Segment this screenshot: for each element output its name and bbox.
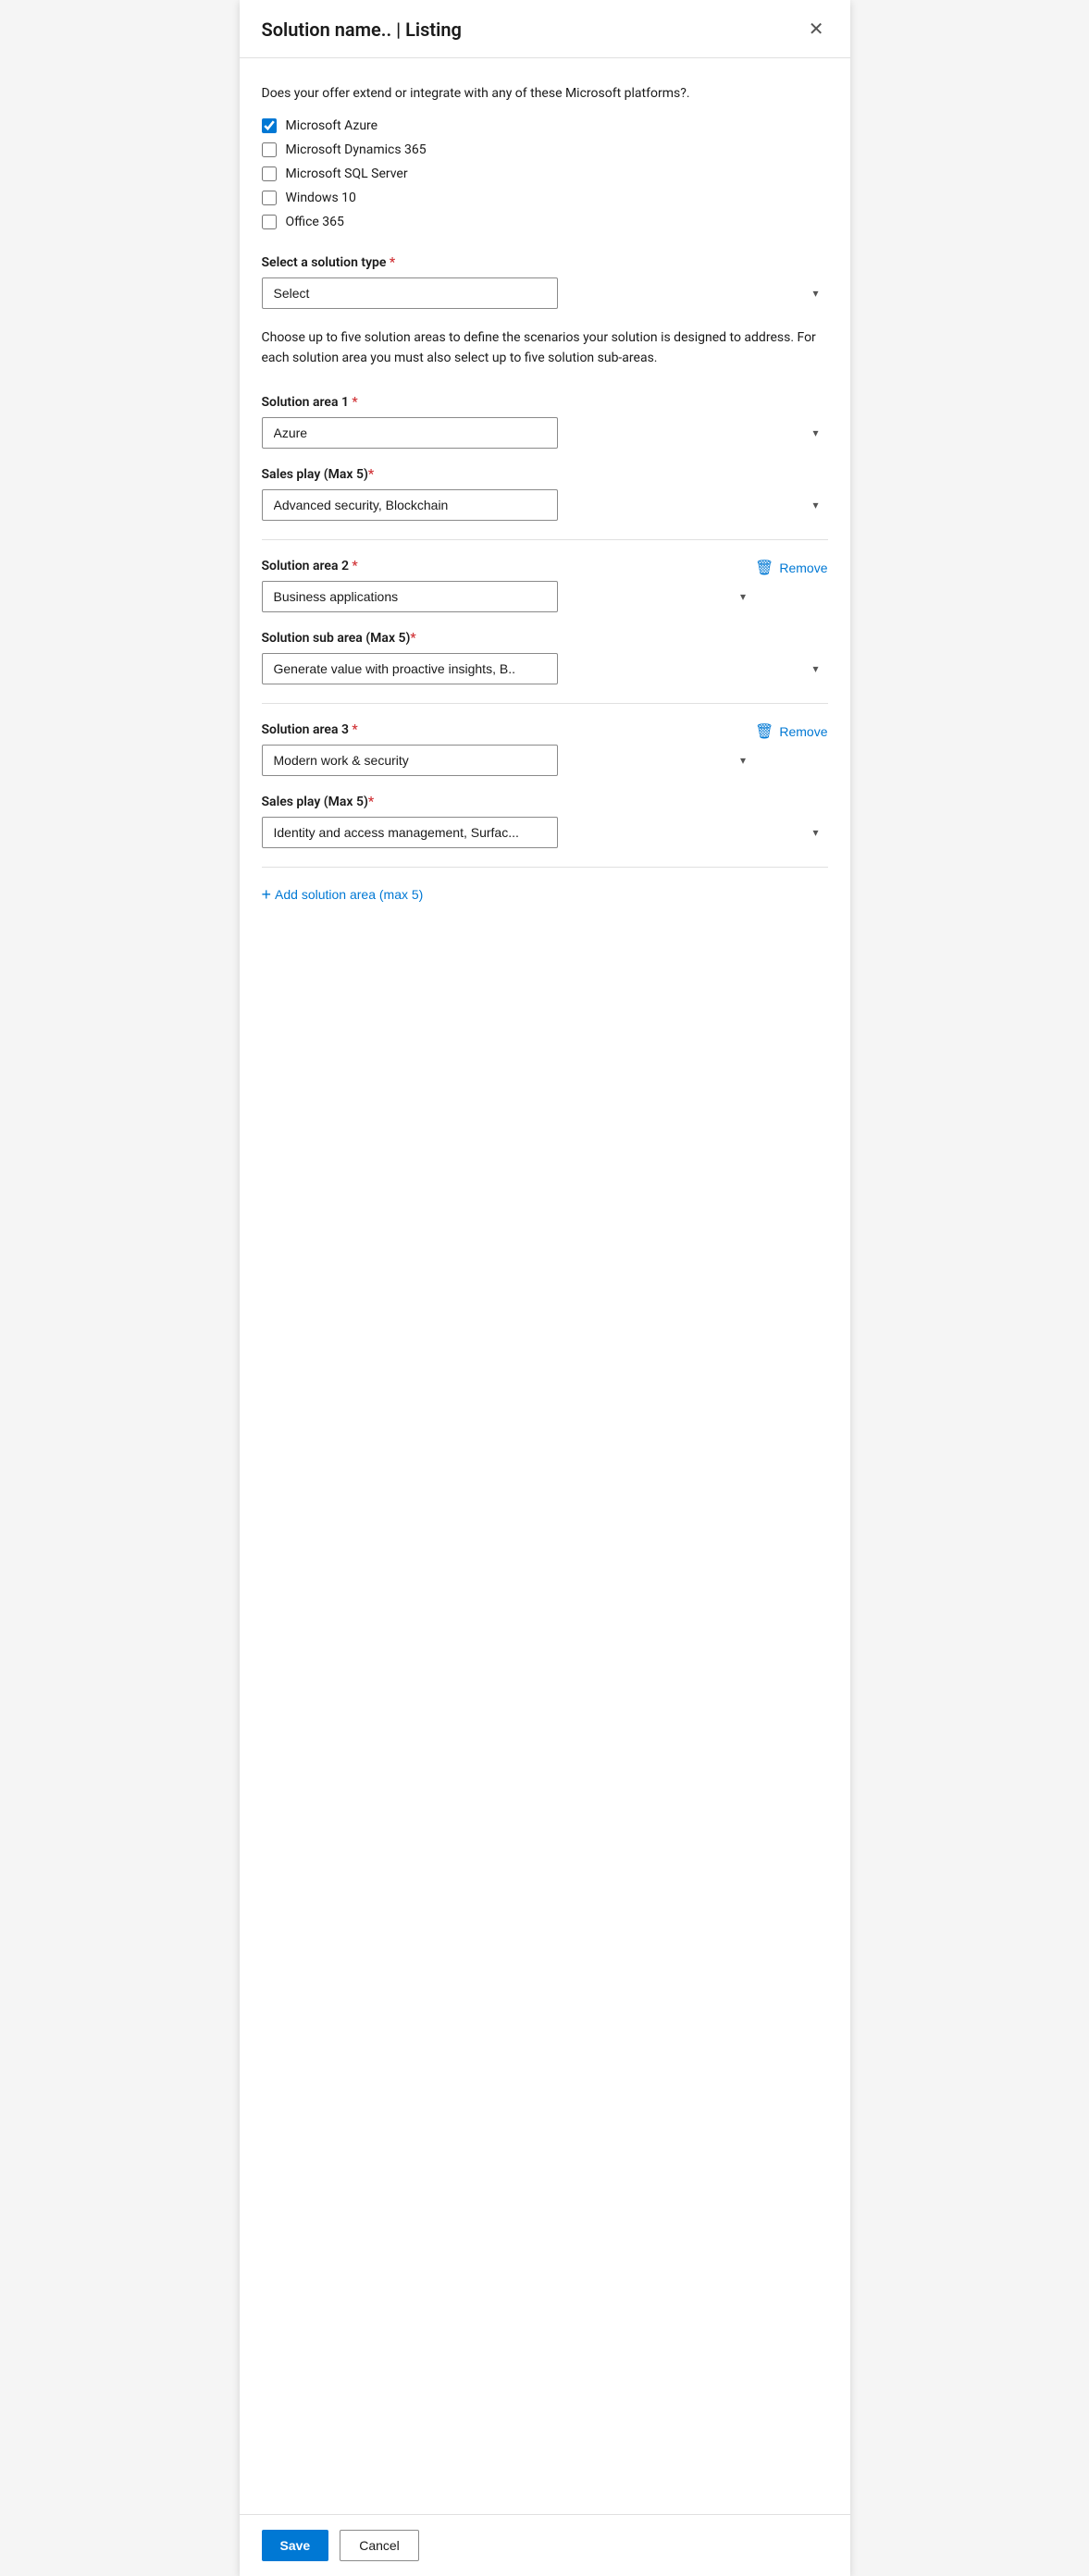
trash-icon-3: 🗑 <box>755 722 773 741</box>
solution-type-chevron-icon: ▾ <box>812 287 818 300</box>
checkbox-dynamics-label: Microsoft Dynamics 365 <box>286 142 427 157</box>
solution-area-3-label: Solution area 3 * <box>262 722 756 737</box>
trash-icon-2: 🗑 <box>755 559 773 577</box>
remove-area-2-button[interactable]: 🗑 Remove <box>755 559 827 577</box>
solution-area-2-wrapper: Business applications Azure Modern work … <box>262 581 756 612</box>
remove-area-3-button[interactable]: 🗑 Remove <box>755 722 827 741</box>
solution-sub-area-2-chevron-icon: ▾ <box>812 662 818 675</box>
solution-area-3-select[interactable]: Modern work & security Azure Business ap… <box>262 745 558 776</box>
sales-play-3-wrapper: Identity and access management, Surfac..… <box>262 817 828 848</box>
panel-footer: Save Cancel <box>240 2514 850 2576</box>
divider-3 <box>262 867 828 868</box>
solution-area-2-select[interactable]: Business applications Azure Modern work … <box>262 581 558 612</box>
plus-icon: + <box>262 886 272 903</box>
checkbox-azure[interactable]: Microsoft Azure <box>262 118 828 133</box>
close-icon: ✕ <box>809 19 824 40</box>
checkbox-azure-input[interactable] <box>262 118 277 133</box>
solution-area-3-wrapper: Modern work & security Azure Business ap… <box>262 745 756 776</box>
checkbox-sql[interactable]: Microsoft SQL Server <box>262 166 828 181</box>
solution-area-2-left: Solution area 2 * Business applications … <box>262 559 756 631</box>
solution-area-2-label: Solution area 2 * <box>262 559 756 573</box>
solution-area-3-chevron-icon: ▾ <box>740 754 746 767</box>
checkbox-office-label: Office 365 <box>286 215 344 229</box>
solution-type-section: Select a solution type * Select Option 1… <box>262 255 828 309</box>
checkbox-dynamics[interactable]: Microsoft Dynamics 365 <box>262 142 828 157</box>
checkbox-office[interactable]: Office 365 <box>262 215 828 229</box>
solution-type-label: Select a solution type * <box>262 255 828 270</box>
solution-area-3-left: Solution area 3 * Modern work & security… <box>262 722 756 795</box>
checkbox-office-input[interactable] <box>262 215 277 229</box>
divider-2 <box>262 703 828 704</box>
solution-sub-area-2-wrapper: Generate value with proactive insights, … <box>262 653 828 684</box>
save-button[interactable]: Save <box>262 2530 329 2561</box>
add-solution-area-button[interactable]: + Add solution area (max 5) <box>262 886 424 903</box>
cancel-button[interactable]: Cancel <box>340 2530 419 2561</box>
solution-type-required: * <box>390 255 395 270</box>
solution-area-3-section: Solution area 3 * Modern work & security… <box>262 722 828 848</box>
page-title: Solution name.. | Listing <box>262 18 462 41</box>
solution-areas-info: Choose up to five solution areas to defi… <box>262 327 828 369</box>
remove-area-2-label: Remove <box>779 561 827 575</box>
checkbox-sql-input[interactable] <box>262 166 277 181</box>
panel-header: Solution name.. | Listing ✕ <box>240 0 850 58</box>
solution-area-1-label: Solution area 1 * <box>262 395 828 410</box>
solution-area-1-section: Solution area 1 * Azure Business applica… <box>262 395 828 521</box>
panel-body: Does your offer extend or integrate with… <box>240 58 850 2514</box>
add-area-label: Add solution area (max 5) <box>275 887 423 902</box>
solution-area-2-section: Solution area 2 * Business applications … <box>262 559 828 684</box>
checkbox-dynamics-input[interactable] <box>262 142 277 157</box>
solution-area-1-wrapper: Azure Business applications Modern work … <box>262 417 828 449</box>
sales-play-1-label: Sales play (Max 5)* <box>262 467 828 482</box>
checkbox-windows[interactable]: Windows 10 <box>262 191 828 205</box>
close-button[interactable]: ✕ <box>805 17 828 43</box>
solution-area-2-header: Solution area 2 * Business applications … <box>262 559 828 631</box>
sales-play-1-wrapper: Advanced security, Blockchain ▾ <box>262 489 828 521</box>
checkbox-sql-label: Microsoft SQL Server <box>286 166 408 181</box>
solution-type-wrapper: Select Option 1 Option 2 ▾ <box>262 277 828 309</box>
sales-play-3-label: Sales play (Max 5)* <box>262 795 828 809</box>
solution-area-1-chevron-icon: ▾ <box>812 426 818 439</box>
checkbox-windows-label: Windows 10 <box>286 191 356 205</box>
sales-play-3-select[interactable]: Identity and access management, Surfac..… <box>262 817 558 848</box>
panel: Solution name.. | Listing ✕ Does your of… <box>240 0 850 2576</box>
checkbox-azure-label: Microsoft Azure <box>286 118 378 133</box>
solution-area-3-header: Solution area 3 * Modern work & security… <box>262 722 828 795</box>
divider-1 <box>262 539 828 540</box>
remove-area-3-label: Remove <box>779 724 827 739</box>
solution-sub-area-2-label: Solution sub area (Max 5)* <box>262 631 828 646</box>
checkbox-windows-input[interactable] <box>262 191 277 205</box>
solution-area-2-chevron-icon: ▾ <box>740 590 746 603</box>
solution-sub-area-2-select[interactable]: Generate value with proactive insights, … <box>262 653 558 684</box>
sales-play-1-chevron-icon: ▾ <box>812 499 818 512</box>
solution-type-select[interactable]: Select Option 1 Option 2 <box>262 277 558 309</box>
platforms-question: Does your offer extend or integrate with… <box>262 84 828 104</box>
sales-play-1-select[interactable]: Advanced security, Blockchain <box>262 489 558 521</box>
sales-play-3-chevron-icon: ▾ <box>812 826 818 839</box>
solution-area-1-select[interactable]: Azure Business applications Modern work … <box>262 417 558 449</box>
platforms-checkbox-group: Microsoft Azure Microsoft Dynamics 365 M… <box>262 118 828 229</box>
